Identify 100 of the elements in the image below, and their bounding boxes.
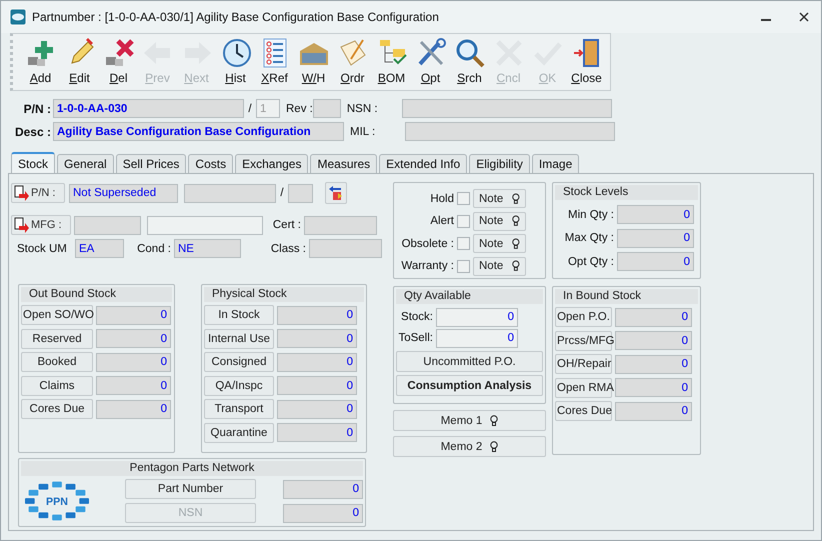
panel-title: Out Bound Stock	[21, 287, 172, 302]
description-field[interactable]: Agility Base Configuration Base Configuration	[53, 122, 344, 141]
tab[interactable]: Stock	[11, 152, 56, 173]
quantity-button[interactable]: In Stock	[204, 305, 274, 325]
part-number-field[interactable]: 1-0-0-AA-030	[53, 99, 244, 118]
note-button[interactable]: Note	[473, 212, 526, 231]
toolbar-button[interactable]: XRef	[255, 36, 294, 88]
toolbar-button[interactable]: BOM	[372, 36, 411, 88]
close-icon[interactable]	[799, 12, 809, 22]
quantity-field: 0	[615, 354, 692, 374]
rev-field[interactable]	[312, 99, 341, 118]
supersede-field[interactable]: Not Superseded	[69, 184, 178, 202]
mil-field[interactable]	[405, 122, 615, 141]
checkbox[interactable]	[457, 260, 470, 273]
tab[interactable]: Extended Info	[379, 154, 468, 173]
action-button[interactable]: Consumption Analysis	[396, 375, 543, 396]
quantity-label: Min Qty :	[566, 208, 615, 221]
cert-field[interactable]	[304, 216, 377, 234]
quantity-button[interactable]: Transport	[204, 399, 274, 419]
toolbar-button[interactable]: Opt	[411, 36, 450, 88]
toolbar-button[interactable]: Add	[21, 36, 60, 88]
supersede-field[interactable]	[184, 184, 276, 202]
lightbulb-icon	[512, 238, 520, 250]
stock-um-field[interactable]: EA	[75, 239, 124, 258]
quantity-field: 0	[615, 331, 692, 350]
checkbox[interactable]	[457, 214, 470, 228]
swap-icon	[328, 185, 344, 201]
memo-button[interactable]: Memo 1	[393, 410, 546, 431]
description-label: Desc :	[14, 124, 52, 138]
lightbulb-icon	[512, 192, 520, 205]
quantity-button[interactable]: Open SO/WO	[21, 305, 93, 325]
flag-label: Obsolete :	[400, 238, 455, 250]
note-button[interactable]: Note	[473, 256, 526, 276]
search-icon	[454, 37, 486, 69]
swap-button[interactable]	[325, 182, 347, 204]
document-arrow-icon	[14, 217, 30, 233]
tab[interactable]: Sell Prices	[116, 154, 186, 173]
quantity-field: 0	[96, 306, 171, 324]
lightbulb-icon	[490, 414, 498, 426]
nsn-field[interactable]	[402, 99, 612, 118]
condition-label: Cond :	[136, 242, 172, 254]
quantity-button[interactable]: Internal Use	[204, 328, 274, 348]
panel-title: Qty Available	[396, 289, 543, 304]
quantity-field: 0	[617, 252, 694, 272]
quantity-field: 0	[277, 352, 357, 372]
quantity-button[interactable]: Consigned	[204, 352, 274, 372]
toolbar-button[interactable]: Edit	[60, 36, 99, 88]
quantity-button[interactable]: Cores Due	[21, 399, 93, 419]
panel-title: In Bound Stock	[555, 289, 698, 304]
toolbar-button[interactable]: Srch	[450, 36, 489, 88]
toolbar-button[interactable]: Ordr	[333, 36, 372, 88]
tab[interactable]: Exchanges	[235, 154, 308, 173]
stock-um-label: Stock UM	[16, 242, 68, 254]
rev-label: Rev :	[286, 102, 313, 114]
quantity-field: 0	[617, 205, 694, 224]
quantity-field: 0	[615, 378, 692, 397]
lightbulb-icon	[512, 260, 520, 272]
quantity-field: 0	[277, 376, 357, 395]
quantity-field: 0	[277, 329, 357, 348]
manufacturer-button[interactable]: MFG :	[11, 215, 71, 235]
quantity-button[interactable]: Reserved	[21, 328, 93, 348]
action-button[interactable]: Uncommitted P.O.	[396, 351, 543, 372]
quantity-field: 0	[277, 423, 357, 442]
note-button[interactable]: Note	[473, 234, 526, 254]
toolbar-button[interactable]: Close	[567, 36, 606, 88]
manufacturer-name-field[interactable]	[147, 216, 263, 234]
tab[interactable]: Costs	[188, 154, 234, 173]
flag-label: Warranty :	[400, 260, 455, 272]
count-field: 0	[283, 480, 363, 498]
condition-field[interactable]: NE	[174, 239, 241, 258]
quantity-button[interactable]: Open RMA	[555, 378, 612, 398]
supersede-rev-field[interactable]	[288, 184, 313, 202]
quantity-button[interactable]: Booked	[21, 352, 93, 372]
cert-label: Cert :	[272, 219, 302, 231]
class-field[interactable]	[309, 239, 382, 258]
quantity-button[interactable]: Quarantine	[204, 422, 274, 442]
toolbar-button[interactable]: W/H	[294, 36, 333, 88]
supersede-button[interactable]: P/N :	[11, 183, 65, 203]
quantity-button[interactable]: Claims	[21, 376, 93, 396]
memo-button[interactable]: Memo 2	[393, 436, 546, 457]
quantity-button[interactable]: Open P.O.	[555, 307, 612, 327]
toolbar-button[interactable]: Hist	[216, 36, 255, 88]
tab[interactable]: General	[57, 154, 114, 173]
checkbox[interactable]	[457, 192, 470, 206]
tab[interactable]: Measures	[310, 154, 378, 173]
quantity-button[interactable]: Cores Due	[555, 401, 612, 421]
quantity-field: 0	[96, 352, 171, 372]
lightbulb-icon	[512, 215, 520, 228]
quantity-button[interactable]: OH/Repair	[555, 354, 612, 374]
panel-title: Stock Levels	[555, 185, 698, 200]
checkbox[interactable]	[457, 237, 470, 250]
quantity-field: 0	[96, 400, 171, 418]
quantity-button[interactable]: QA/Inspc	[204, 376, 274, 396]
toolbar-button[interactable]: Del	[99, 36, 138, 88]
tab[interactable]: Eligibility	[469, 154, 530, 173]
manufacturer-field[interactable]	[74, 216, 141, 234]
note-button[interactable]: Note	[473, 189, 526, 208]
tab[interactable]: Image	[532, 154, 580, 173]
search-button[interactable]: Part Number	[125, 479, 256, 499]
quantity-button[interactable]: Prcss/MFG	[555, 330, 612, 350]
